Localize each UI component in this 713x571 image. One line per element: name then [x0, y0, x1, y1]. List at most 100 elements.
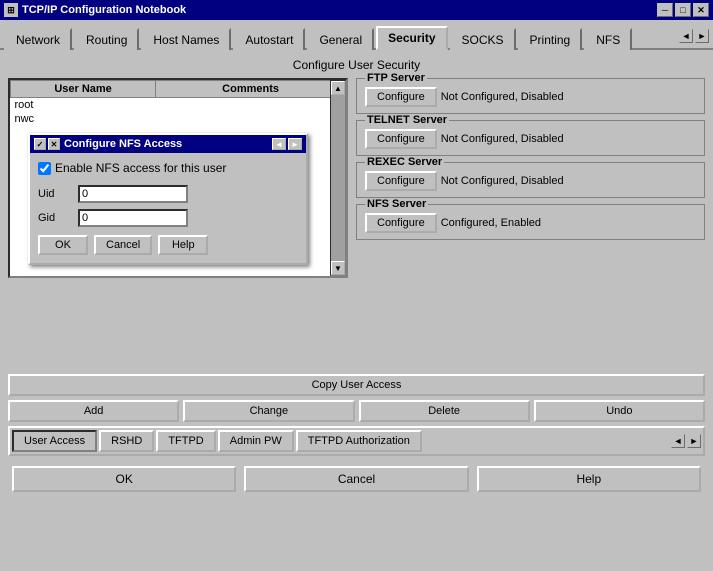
nfs-dialog-title: Configure NFS Access [64, 138, 182, 150]
tab-hostnames[interactable]: Host Names [141, 28, 231, 50]
tab-network[interactable]: Network [4, 28, 72, 50]
cancel-button[interactable]: Cancel [244, 466, 468, 492]
table-row[interactable]: nwc [11, 112, 346, 126]
tab-admin-pw[interactable]: Admin PW [218, 430, 294, 452]
nfs-title-icons: ✓ ✕ [34, 138, 60, 150]
tab-socks[interactable]: SOCKS [450, 28, 516, 50]
uid-label: Uid [38, 188, 78, 200]
tab-autostart[interactable]: Autostart [233, 28, 305, 50]
telnet-status: Not Configured, Disabled [441, 133, 564, 145]
undo-button[interactable]: Undo [534, 400, 705, 422]
scrollbar[interactable]: ▲ ▼ [330, 80, 346, 276]
ftp-status: Not Configured, Disabled [441, 91, 564, 103]
tab-routing[interactable]: Routing [74, 28, 139, 50]
ftp-server-row: Configure Not Configured, Disabled [365, 87, 696, 107]
help-button[interactable]: Help [477, 466, 701, 492]
tab-security[interactable]: Security [376, 26, 447, 50]
nfs-server-row: Configure Configured, Enabled [365, 213, 696, 233]
enable-nfs-label: Enable NFS access for this user [55, 161, 226, 175]
gid-input[interactable] [78, 209, 188, 227]
nfs-help-button[interactable]: Help [158, 235, 208, 255]
app-icon: ⊞ [4, 3, 18, 17]
title-bar: ⊞ TCP/IP Configuration Notebook ─ □ ✕ [0, 0, 713, 20]
copy-user-access-button[interactable]: Copy User Access [8, 374, 705, 396]
footer: OK Cancel Help [8, 462, 705, 496]
nfs-dialog: ✓ ✕ Configure NFS Access ◄ ► Enable NFS … [28, 133, 308, 265]
uid-row: Uid [38, 185, 298, 203]
nfs-content: Enable NFS access for this user Uid Gid … [30, 153, 306, 263]
ftp-group-label: FTP Server [365, 72, 427, 84]
scroll-down-btn[interactable]: ▼ [331, 261, 345, 275]
rexec-group-label: REXEC Server [365, 156, 444, 168]
tab-tftpd-auth[interactable]: TFTPD Authorization [296, 430, 422, 452]
main-content: Configure User Security User Name Commen… [0, 50, 713, 559]
ftp-configure-button[interactable]: Configure [365, 87, 437, 107]
user-comments-cell [156, 98, 346, 113]
section-title: Configure User Security [8, 58, 705, 72]
enable-nfs-checkbox[interactable] [38, 162, 51, 175]
nfs-title-buttons: ◄ ► [272, 138, 302, 150]
scroll-up-btn[interactable]: ▲ [331, 81, 345, 95]
nfs-server-group: NFS Server Configure Configured, Enabled [356, 204, 705, 240]
rexec-server-row: Configure Not Configured, Disabled [365, 171, 696, 191]
tab-printing[interactable]: Printing [518, 28, 583, 50]
user-name-cell: nwc [11, 112, 156, 126]
bottom-section: Copy User Access Add Change Delete Undo … [8, 374, 705, 456]
ok-button[interactable]: OK [12, 466, 236, 492]
title-bar-buttons: ─ □ ✕ [657, 3, 709, 17]
tab-scroll: ◄ ► [679, 29, 709, 43]
telnet-server-row: Configure Not Configured, Disabled [365, 129, 696, 149]
user-name-cell: root [11, 98, 156, 113]
tab-scroll-right[interactable]: ► [695, 29, 709, 43]
bottom-tab-scroll: ◄ ► [671, 434, 701, 448]
bottom-tab-scroll-left[interactable]: ◄ [671, 434, 685, 448]
action-buttons: Add Change Delete Undo [8, 400, 705, 422]
user-comments-cell [156, 112, 346, 126]
rexec-status: Not Configured, Disabled [441, 175, 564, 187]
delete-button[interactable]: Delete [359, 400, 530, 422]
content-area: User Name Comments root nwc [8, 78, 705, 368]
nfs-cancel-button[interactable]: Cancel [94, 235, 152, 255]
nfs-server-status: Configured, Enabled [441, 217, 541, 229]
user-table: User Name Comments root nwc [10, 80, 346, 126]
tab-general[interactable]: General [307, 28, 374, 50]
nfs-buttons: OK Cancel Help [38, 235, 298, 255]
nfs-ok-button[interactable]: OK [38, 235, 88, 255]
nfs-icon-x[interactable]: ✕ [48, 138, 60, 150]
change-button[interactable]: Change [183, 400, 354, 422]
nfs-scroll-right[interactable]: ► [288, 138, 302, 150]
nfs-group-label: NFS Server [365, 198, 428, 210]
maximize-btn[interactable]: □ [675, 3, 691, 17]
nfs-icon-check: ✓ [34, 138, 46, 150]
nfs-scroll-left[interactable]: ◄ [272, 138, 286, 150]
minimize-btn[interactable]: ─ [657, 3, 673, 17]
bottom-tab-scroll-right[interactable]: ► [687, 434, 701, 448]
telnet-group-label: TELNET Server [365, 114, 449, 126]
rexec-configure-button[interactable]: Configure [365, 171, 437, 191]
right-panel: FTP Server Configure Not Configured, Dis… [356, 78, 705, 368]
uid-input[interactable] [78, 185, 188, 203]
gid-label: Gid [38, 212, 78, 224]
tab-scroll-left[interactable]: ◄ [679, 29, 693, 43]
tab-tftpd[interactable]: TFTPD [156, 430, 215, 452]
rexec-server-group: REXEC Server Configure Not Configured, D… [356, 162, 705, 198]
telnet-configure-button[interactable]: Configure [365, 129, 437, 149]
title-text: TCP/IP Configuration Notebook [22, 4, 186, 16]
nfs-title-bar: ✓ ✕ Configure NFS Access ◄ ► [30, 135, 306, 153]
add-button[interactable]: Add [8, 400, 179, 422]
telnet-server-group: TELNET Server Configure Not Configured, … [356, 120, 705, 156]
tab-user-access[interactable]: User Access [12, 430, 97, 452]
tab-nfs[interactable]: NFS [584, 28, 632, 50]
close-btn[interactable]: ✕ [693, 3, 709, 17]
ftp-server-group: FTP Server Configure Not Configured, Dis… [356, 78, 705, 114]
left-panel: User Name Comments root nwc [8, 78, 348, 368]
gid-row: Gid [38, 209, 298, 227]
tab-rshd[interactable]: RSHD [99, 430, 154, 452]
bottom-tabs: User Access RSHD TFTPD Admin PW TFTPD Au… [8, 426, 705, 456]
table-row[interactable]: root [11, 98, 346, 113]
enable-checkbox-row: Enable NFS access for this user [38, 161, 298, 175]
tab-bar: Network Routing Host Names Autostart Gen… [0, 20, 713, 50]
nfs-server-configure-button[interactable]: Configure [365, 213, 437, 233]
scroll-track [331, 95, 345, 261]
col-header-name: User Name [11, 81, 156, 98]
